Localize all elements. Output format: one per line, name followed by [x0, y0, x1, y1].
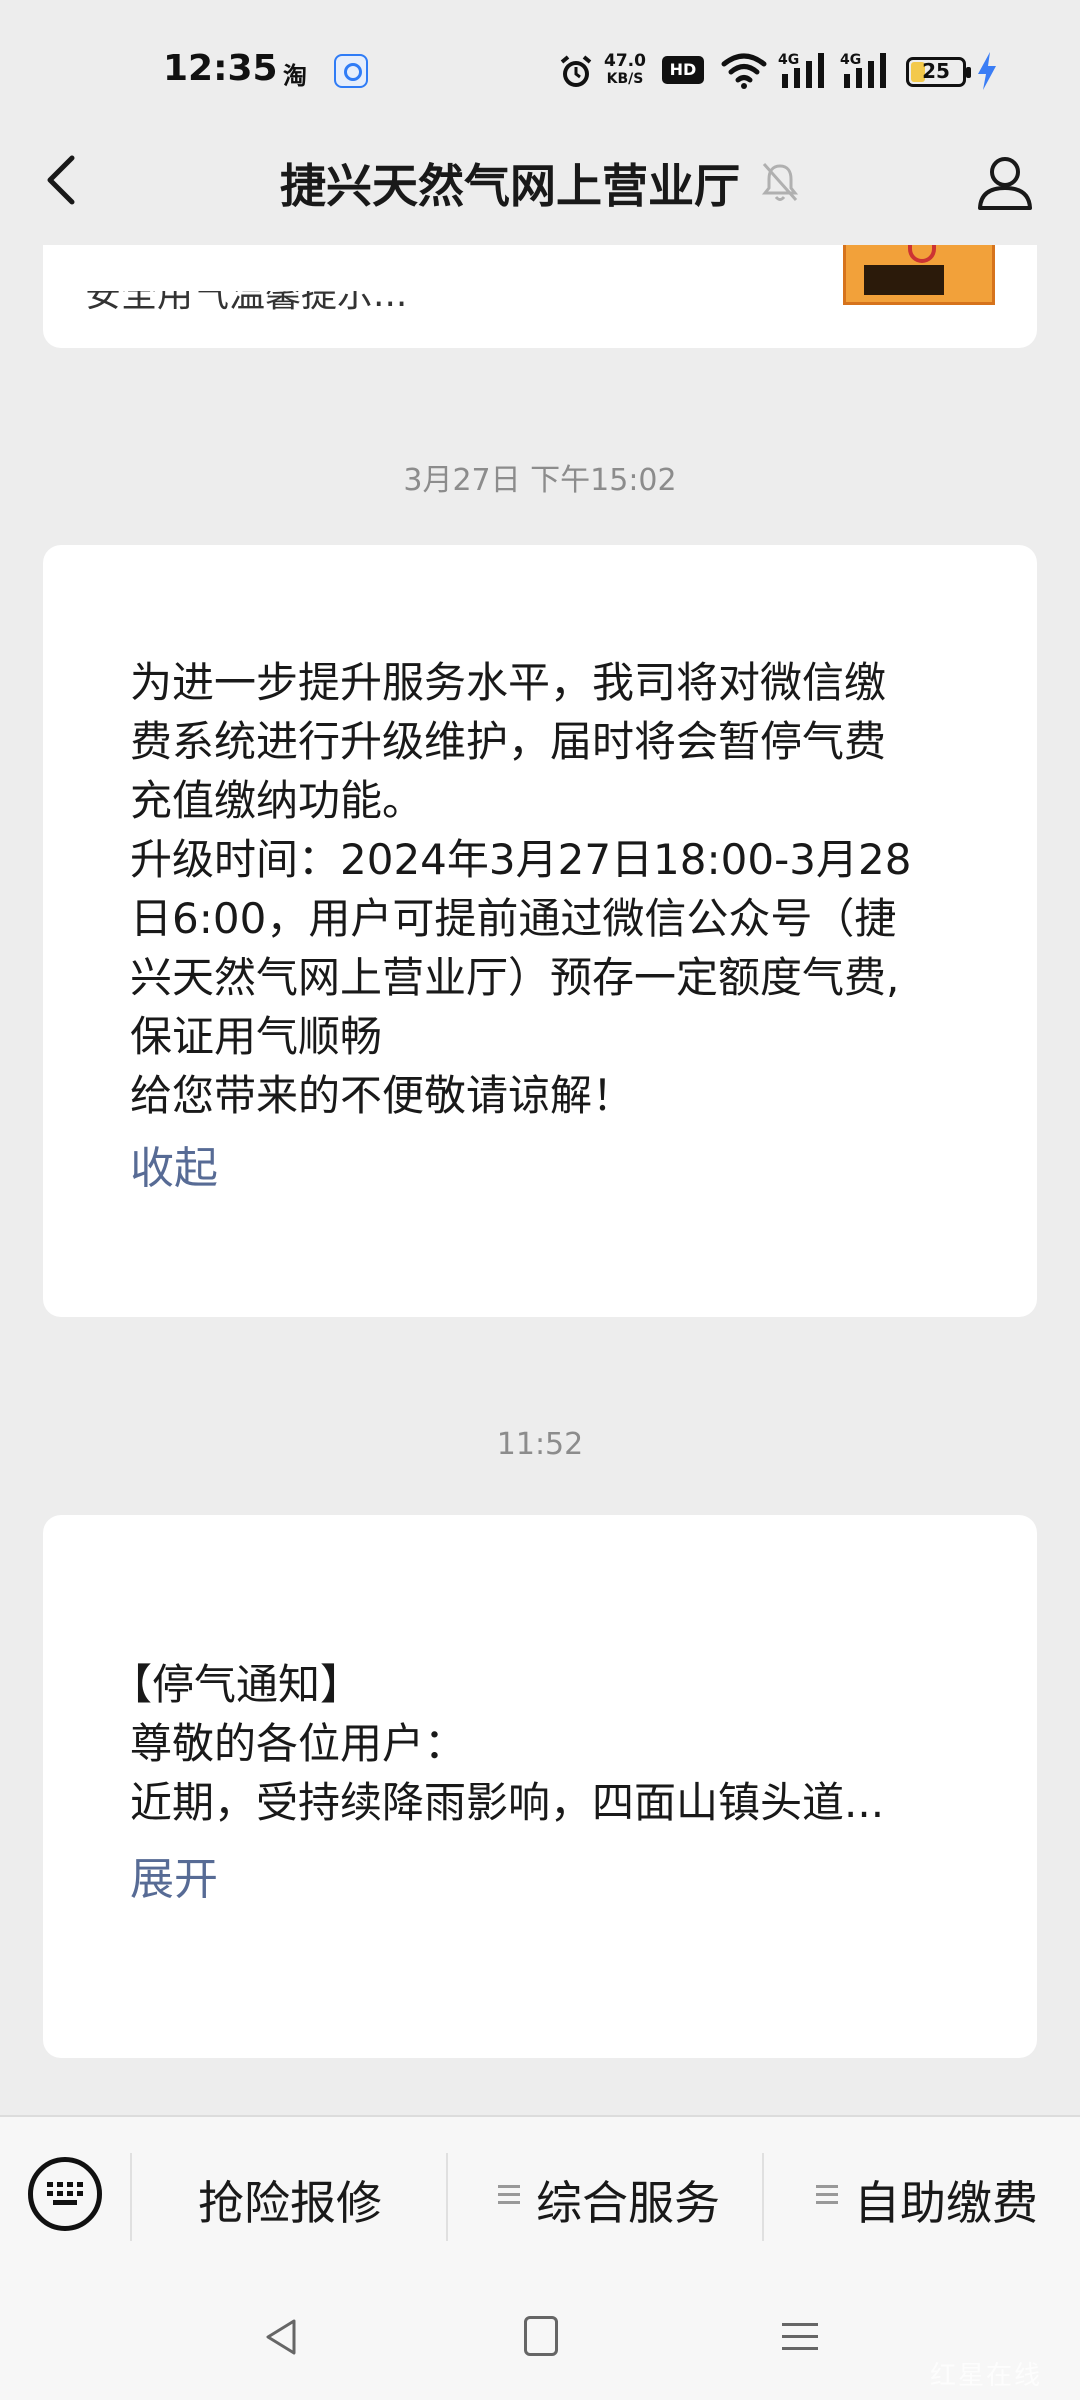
profile-icon[interactable]: [975, 152, 1035, 212]
network-speed-unit: KB/S: [606, 71, 644, 87]
message-line: 兴天然气网上营业厅）预存一定额度气费,: [130, 953, 900, 1002]
battery-icon: 25: [906, 57, 971, 87]
message-text: 为进一步提升服务水平，我司将对微信缴 费系统进行升级维护，届时将会暂停气费 充值…: [130, 653, 1010, 1125]
message-timestamp: 11:52: [496, 1427, 584, 1462]
battery-level: 25: [922, 59, 950, 83]
message-line: 费系统进行升级维护，届时将会暂停气费: [130, 717, 887, 766]
official-account-menu-bar: 抢险报修 综合服务 自助缴费: [0, 2115, 1080, 2275]
hd-voice-icon: HD: [662, 56, 704, 84]
message-line: 给您带来的不便敬请谅解！: [130, 1071, 635, 1120]
back-arrow-icon[interactable]: [38, 150, 88, 210]
message-line: 升级时间：2024年3月27日18:00-3月28: [130, 835, 912, 884]
signal-label-1: 4G: [778, 52, 799, 68]
thumbnail-badge: [864, 265, 944, 295]
status-time: 12:35: [163, 48, 278, 89]
menu-divider: [130, 2153, 132, 2241]
message-text: 【停气通知】 尊敬的各位用户： 近期，受持续降雨影响，四面山镇头道...: [110, 1655, 1010, 1832]
charging-bolt-icon: [978, 52, 996, 90]
network-speed-value: 47.0: [604, 51, 646, 71]
nav-back-triangle-icon[interactable]: [260, 2315, 304, 2359]
message-feed[interactable]: 安全用气温馨提示... 3月27日 下午15:02 为进一步提升服务水平，我司将…: [0, 245, 1080, 2115]
flame-icon: [908, 245, 936, 263]
menu-divider: [446, 2153, 448, 2241]
nav-recents-icon[interactable]: [780, 2317, 820, 2357]
taobao-notification-icon: 淘: [283, 62, 307, 90]
submenu-lines-icon: [816, 2185, 838, 2204]
previous-message-text: 安全用气温馨提示...: [85, 274, 408, 315]
mute-bell-icon: [761, 163, 799, 201]
menu-item-emergency-repair[interactable]: 抢险报修: [198, 2167, 382, 2233]
network-speed: 47.0 KB/S: [604, 52, 646, 88]
nav-home-square-icon[interactable]: [524, 2316, 558, 2356]
cellular-signal-icon-2: 4G: [840, 52, 886, 88]
article-thumbnail: [843, 245, 995, 305]
menu-item-general-services[interactable]: 综合服务: [536, 2167, 720, 2233]
chat-header: 捷兴天然气网上营业厅: [0, 130, 1080, 245]
message-line: 【停气通知】: [110, 1660, 363, 1709]
alarm-clock-icon: [560, 55, 592, 87]
collapse-link[interactable]: 收起: [130, 1132, 218, 1196]
message-line: 近期，受持续降雨影响，四面山镇头道...: [130, 1778, 885, 1827]
search-app-notification-icon: [334, 54, 368, 88]
message-card[interactable]: 【停气通知】 尊敬的各位用户： 近期，受持续降雨影响，四面山镇头道... 展开: [43, 1515, 1037, 2058]
wechat-official-account-chat: 12:35 淘 47.0 KB/S HD 4G 4G 25 捷兴天然气网上营业厅…: [0, 0, 1080, 2400]
submenu-lines-icon: [498, 2185, 520, 2204]
status-bar: 12:35 淘 47.0 KB/S HD 4G 4G 25: [0, 0, 1080, 130]
previous-message-card[interactable]: 安全用气温馨提示...: [43, 245, 1037, 348]
menu-item-self-payment[interactable]: 自助缴费: [854, 2167, 1038, 2233]
menu-divider: [762, 2153, 764, 2241]
expand-link[interactable]: 展开: [130, 1843, 218, 1907]
watermark-text: 红星在线: [930, 2361, 1043, 2391]
page-title: 捷兴天然气网上营业厅: [280, 159, 740, 213]
system-navigation-bar: 红星在线: [0, 2275, 1080, 2400]
message-line: 日6:00，用户可提前通过微信公众号（捷: [130, 894, 897, 943]
signal-label-2: 4G: [840, 52, 861, 68]
cellular-signal-icon: 4G: [778, 52, 824, 88]
message-line: 为进一步提升服务水平，我司将对微信缴: [130, 658, 887, 707]
keyboard-icon: [47, 2182, 83, 2205]
message-timestamp: 3月27日 下午15:02: [403, 463, 677, 498]
message-line: 保证用气顺畅: [130, 1012, 383, 1061]
message-line: 充值缴纳功能。: [130, 776, 425, 825]
message-card[interactable]: 为进一步提升服务水平，我司将对微信缴 费系统进行升级维护，届时将会暂停气费 充值…: [43, 545, 1037, 1317]
wifi-icon: [721, 53, 767, 89]
message-line: 尊敬的各位用户：: [130, 1719, 467, 1768]
keyboard-toggle-button[interactable]: [28, 2157, 102, 2231]
